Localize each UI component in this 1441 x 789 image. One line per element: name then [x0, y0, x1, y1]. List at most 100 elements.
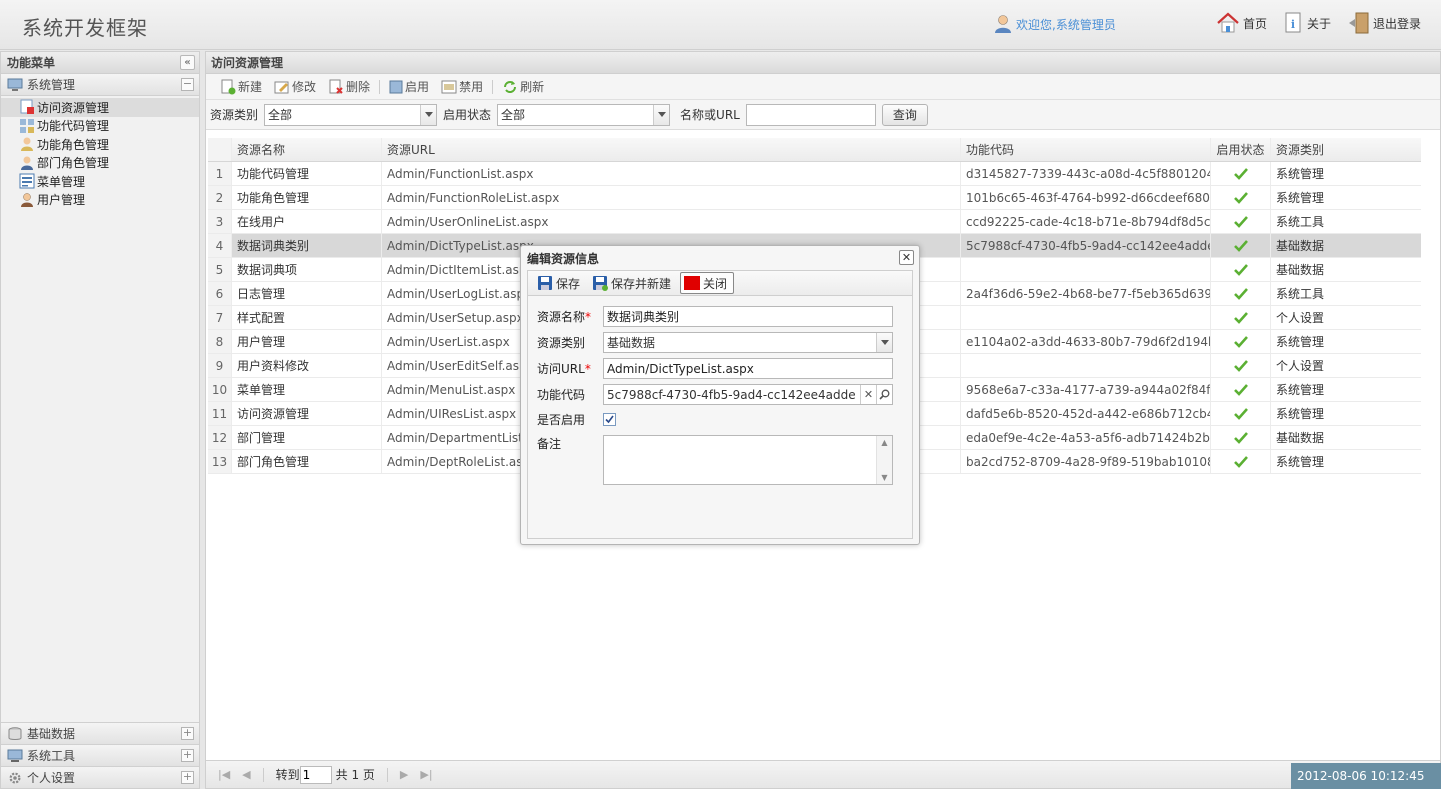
- table-row[interactable]: 3 在线用户 Admin/UserOnlineList.aspx ccd92225-c…: [208, 210, 1421, 234]
- clock-display: 2012-08-06 10:12:45: [1291, 763, 1441, 789]
- cell-code: dafd5e6b-8520-452d-a442-e686b712cb4c: [961, 402, 1211, 425]
- enabled-check-icon: [1233, 407, 1248, 420]
- group-expand-toggle[interactable]: +: [181, 727, 194, 740]
- group-expand-toggle[interactable]: +: [181, 771, 194, 784]
- save-button[interactable]: 保存: [534, 272, 583, 294]
- toolbar-separator: [379, 79, 381, 94]
- refresh-button[interactable]: 刷新: [496, 76, 550, 98]
- sidebar-item-menu[interactable]: 菜单管理: [1, 172, 199, 191]
- collapse-panel-button[interactable]: «: [180, 55, 195, 70]
- home-link[interactable]: 首页: [1216, 11, 1267, 35]
- url-field[interactable]: Admin/DictTypeList.aspx: [603, 358, 893, 379]
- sidebar-item-resource[interactable]: 访问资源管理: [1, 98, 199, 117]
- textarea-scrollbar[interactable]: ▲ ▼: [876, 436, 892, 484]
- save-and-new-button[interactable]: 保存并新建: [589, 272, 674, 294]
- cell-name: 在线用户: [232, 210, 382, 233]
- menu-group-basic-data[interactable]: 基础数据 +: [1, 722, 199, 744]
- prev-page-button[interactable]: ◀: [242, 768, 250, 781]
- chevron-down-icon[interactable]: [420, 104, 437, 125]
- cell-url: Admin/UserOnlineList.aspx: [382, 210, 961, 233]
- edit-icon: [274, 81, 289, 93]
- row-number: 4: [208, 234, 232, 257]
- cell-type: 系统管理: [1276, 455, 1325, 469]
- logout-link[interactable]: 退出登录: [1348, 11, 1421, 35]
- dialog-close-button[interactable]: 关闭: [680, 272, 735, 294]
- about-link[interactable]: i 关于: [1284, 11, 1331, 35]
- row-number: 3: [208, 210, 232, 233]
- total-pages-label: 共 1 页: [335, 768, 375, 782]
- status-filter-select[interactable]: 全部: [497, 103, 671, 126]
- column-header-type[interactable]: 资源类别: [1271, 138, 1421, 161]
- welcome-text: 欢迎您,系统管理员: [1016, 17, 1116, 32]
- enabled-check-icon: [1233, 311, 1248, 324]
- enabled-checkbox[interactable]: [603, 413, 616, 426]
- left-menu-panel: 功能菜单 « 系统管理 − 访问资源管理 功能代码管理 功能角色管理 部门角色管…: [0, 51, 200, 789]
- row-number: 2: [208, 186, 232, 209]
- menu-group-tools[interactable]: 系统工具 +: [1, 744, 199, 766]
- new-button[interactable]: 新建: [214, 76, 268, 98]
- form-row-remark: 备注 ▲ ▼: [537, 435, 893, 485]
- table-row[interactable]: 1 功能代码管理 Admin/FunctionList.aspx d3145827-7…: [208, 162, 1421, 186]
- next-page-button[interactable]: ▶: [400, 768, 408, 781]
- name-filter-input[interactable]: [745, 103, 876, 126]
- code-field[interactable]: 5c7988cf-4730-4fb5-9ad4-cc142ee4adde ✕: [603, 384, 893, 405]
- menu-group-system[interactable]: 系统管理 −: [1, 74, 199, 96]
- dialog-header[interactable]: 编辑资源信息 ✕: [521, 246, 919, 270]
- page-number-input[interactable]: [299, 765, 332, 784]
- enable-button[interactable]: 启用: [383, 76, 435, 98]
- cell-code: 2a4f36d6-59e2-4b68-be77-f5eb365d6396: [961, 282, 1211, 305]
- column-header-name[interactable]: 资源名称: [232, 138, 382, 161]
- welcome-user[interactable]: 欢迎您,系统管理员: [993, 14, 1116, 34]
- row-number: 9: [208, 354, 232, 377]
- group-collapse-toggle[interactable]: −: [181, 78, 194, 91]
- chevron-down-icon[interactable]: [653, 104, 670, 125]
- disable-icon: [441, 80, 457, 93]
- enabled-check-icon: [1233, 455, 1248, 468]
- enabled-check-icon: [1233, 431, 1248, 444]
- first-page-button[interactable]: |◀: [218, 768, 230, 781]
- remark-textarea[interactable]: ▲ ▼: [603, 435, 893, 485]
- role-icon: [21, 137, 33, 152]
- cell-type: 系统管理: [1276, 335, 1325, 349]
- type-select[interactable]: 基础数据: [603, 332, 893, 353]
- row-number-header: [208, 138, 232, 161]
- toolbar-separator: [492, 79, 494, 94]
- sidebar-item-function-role[interactable]: 功能角色管理: [1, 135, 199, 154]
- filter-bar: 资源类别 全部 启用状态 全部 名称或URL 查询: [206, 100, 1440, 130]
- delete-icon: [329, 79, 343, 94]
- computer-icon: [7, 749, 23, 762]
- sidebar-item-function-code[interactable]: 功能代码管理: [1, 117, 199, 136]
- goto-label: 转到: [275, 768, 300, 782]
- cell-status: [1211, 186, 1271, 209]
- save-disk-icon: [538, 276, 552, 290]
- table-row[interactable]: 2 功能角色管理 Admin/FunctionRoleList.aspx 101b6c…: [208, 186, 1421, 210]
- column-header-status[interactable]: 启用状态: [1211, 138, 1271, 161]
- group-expand-toggle[interactable]: +: [181, 749, 194, 762]
- sidebar-item-user[interactable]: 用户管理: [1, 191, 199, 210]
- last-page-button[interactable]: ▶|: [420, 768, 432, 781]
- name-field[interactable]: 数据词典类别: [603, 306, 893, 327]
- form-row-code: 功能代码 5c7988cf-4730-4fb5-9ad4-cc142ee4add…: [537, 384, 893, 405]
- status-filter-label: 启用状态: [443, 108, 492, 122]
- menu-tree: 访问资源管理 功能代码管理 功能角色管理 部门角色管理 菜单管理 用户管理: [1, 96, 199, 209]
- sidebar-item-dept-role[interactable]: 部门角色管理: [1, 154, 199, 173]
- edit-resource-dialog: 编辑资源信息 ✕ 保存 保存并新建 关闭 资源名称* 数据词典类别 资源类别 基…: [520, 245, 920, 545]
- menu-group-personal[interactable]: 个人设置 +: [1, 766, 199, 788]
- query-button[interactable]: 查询: [881, 103, 928, 126]
- url-label: 访问URL*: [537, 362, 591, 376]
- delete-button[interactable]: 删除: [322, 76, 376, 98]
- form-row-type: 资源类别 基础数据: [537, 332, 893, 353]
- cell-name: 日志管理: [232, 282, 382, 305]
- dialog-close-icon[interactable]: ✕: [899, 250, 914, 265]
- edit-button[interactable]: 修改: [268, 76, 322, 98]
- search-icon[interactable]: [876, 385, 892, 404]
- column-header-code[interactable]: 功能代码: [961, 138, 1211, 161]
- chevron-down-icon[interactable]: [876, 333, 892, 352]
- cell-type: 系统管理: [1276, 383, 1325, 397]
- type-filter-select[interactable]: 全部: [264, 103, 438, 126]
- cell-code: [961, 354, 1211, 377]
- cell-type: 基础数据: [1276, 431, 1325, 445]
- column-header-url[interactable]: 资源URL: [382, 138, 961, 161]
- disable-button[interactable]: 禁用: [435, 76, 489, 98]
- clear-icon[interactable]: ✕: [860, 385, 876, 404]
